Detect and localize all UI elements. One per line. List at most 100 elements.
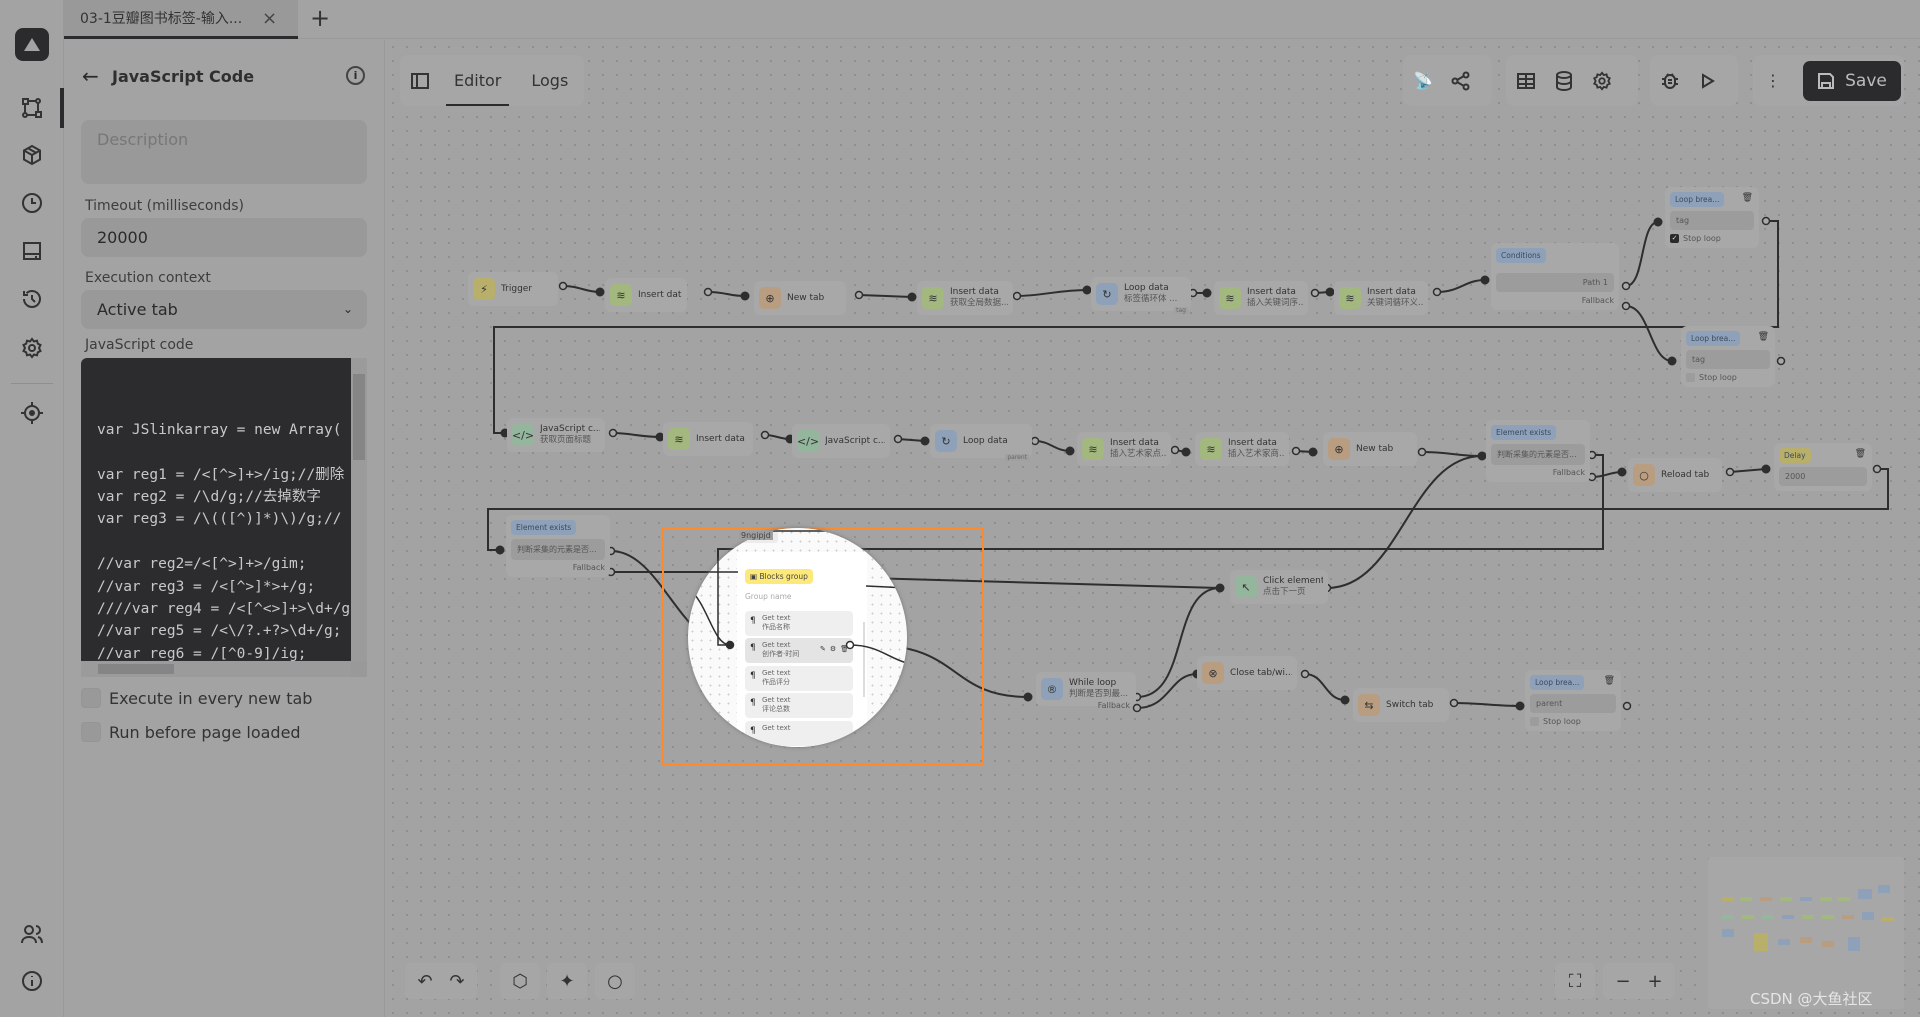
new-tab-button[interactable]: + — [310, 4, 330, 32]
workflow-node-basic[interactable]: ⊕ New tab — [754, 281, 846, 315]
execution-context-select[interactable]: Active tab ⌄ — [81, 290, 367, 329]
workflow-node-basic[interactable]: ⊗ Close tab/wi... — [1197, 656, 1297, 690]
workflow-node-loopbreak[interactable]: Loop brea... 🗑 parent Stop loop — [1525, 670, 1621, 731]
trash-icon[interactable]: 🗑 — [1758, 332, 1769, 342]
icon-rail — [0, 0, 64, 1017]
fullscreen-icon[interactable]: ⛶ — [1561, 966, 1589, 996]
broadcast-icon[interactable]: 📡 — [1411, 55, 1435, 106]
loop-id-input[interactable]: parent — [1530, 694, 1616, 713]
node-description: 点击下一页 — [1263, 587, 1306, 597]
trash-icon[interactable]: 🗑 — [1604, 676, 1615, 686]
workflow-node-basic[interactable]: ® While loop 判断是否到最... Fallback — [1036, 672, 1136, 710]
save-button[interactable]: Save — [1803, 61, 1901, 101]
workflow-node-basic[interactable]: ≋ Insert data — [663, 422, 753, 456]
zoom-in-icon[interactable]: + — [1641, 966, 1669, 996]
storage-icon[interactable] — [20, 239, 44, 263]
description-input[interactable]: Description — [81, 120, 367, 184]
debug-icon[interactable] — [1658, 55, 1682, 106]
package-icon[interactable] — [20, 143, 44, 167]
workflow-node-basic[interactable]: ⚡ Trigger — [468, 272, 558, 306]
workflow-node-delay[interactable]: Delay 2000 🗑 — [1774, 443, 1872, 491]
stop-loop-checkbox[interactable] — [1686, 373, 1695, 382]
workflow-node-exists[interactable]: Element exists 判断采集的元素是否... Fallback — [506, 515, 610, 577]
share-icon[interactable] — [1449, 55, 1473, 106]
workflow-node-basic[interactable]: ≋ Insert data 插入艺术家点... — [1077, 432, 1171, 466]
workflow-node-loopbreak[interactable]: Loop brea... 🗑 tag Stop loop — [1681, 326, 1775, 387]
info-icon[interactable]: i — [346, 66, 365, 85]
table-icon[interactable] — [1514, 55, 1538, 106]
stop-loop-checkbox[interactable]: ✓ — [1670, 234, 1679, 243]
workflow-node-basic[interactable]: ≋ Insert data 插入关键词序... — [1214, 281, 1308, 315]
settings-icon[interactable] — [20, 336, 44, 360]
workflow-node-basic[interactable]: ↖ Click element 点击下一页 — [1230, 570, 1328, 604]
node-title: Loop data — [1124, 283, 1169, 293]
workflow-node-basic[interactable]: ↻ Loop data 标签循环体 ... tag — [1091, 277, 1191, 314]
close-tab-icon[interactable]: × — [262, 8, 277, 29]
about-icon[interactable] — [20, 969, 44, 993]
node-text: Insert data 插入艺术家商... — [1228, 438, 1284, 460]
workflow-tab[interactable]: 03-1豆瓣图书标签-输入... × — [64, 0, 298, 39]
trash-icon[interactable]: 🗑 — [1742, 193, 1753, 203]
zoom-out-icon[interactable]: − — [1609, 966, 1637, 996]
selector-description[interactable]: 判断采集的元素是否... — [1491, 444, 1585, 465]
database-icon[interactable] — [1552, 55, 1576, 106]
chevron-down-icon: ⌄ — [342, 302, 353, 316]
workflow-node-basic[interactable]: ≋ Insert data 关键词循环义... — [1334, 281, 1428, 315]
workflow-node-basic[interactable]: ↻ Loop data parent — [930, 424, 1032, 461]
node-text: JavaScript c... 获取页面标题 — [540, 424, 600, 446]
scroll-corner — [351, 661, 367, 677]
run-before-load-checkbox[interactable] — [81, 722, 101, 742]
timeout-input[interactable]: 20000 — [81, 218, 367, 257]
play-icon[interactable] — [1696, 55, 1720, 106]
package-icon[interactable]: ⬡ — [506, 966, 534, 996]
workflow-node-basic[interactable]: ≋ Insert data 获取全局数据... — [917, 281, 1013, 315]
condition-path[interactable]: Path 1 — [1496, 273, 1614, 292]
clock-icon[interactable] — [20, 191, 44, 215]
workflow-node-basic[interactable]: </> JavaScript c... — [792, 424, 890, 458]
code-horizontal-scrollbar[interactable] — [81, 661, 351, 677]
trash-icon[interactable]: 🗑 — [1855, 449, 1866, 459]
block-icon: ↻ — [1096, 283, 1118, 305]
app-logo[interactable] — [15, 28, 49, 61]
delay-value[interactable]: 2000 — [1779, 467, 1867, 486]
auto-align-icon[interactable]: ✦ — [553, 966, 581, 996]
tab-editor[interactable]: Editor — [446, 55, 510, 106]
search-icon[interactable]: ○ — [601, 966, 629, 996]
tab-logs[interactable]: Logs — [523, 55, 576, 106]
workflow-node-basic[interactable]: </> JavaScript c... 获取页面标题 — [507, 418, 605, 452]
code-vertical-scrollbar[interactable] — [351, 358, 367, 661]
undo-icon[interactable]: ↶ — [411, 966, 439, 996]
workflow-node-basic[interactable]: ⇆ Switch tab — [1353, 688, 1449, 722]
settings-icon[interactable] — [1590, 55, 1614, 106]
loop-id-input[interactable]: tag — [1686, 350, 1770, 369]
code-editor[interactable]: var JSlinkarray = new Array( var reg1 = … — [81, 358, 367, 677]
more-vertical-icon[interactable]: ⋮ — [1761, 55, 1785, 106]
workflow-node-conditions[interactable]: Conditions Path 1 Fallback — [1491, 243, 1619, 310]
team-icon[interactable] — [20, 922, 44, 946]
workflow-node-basic[interactable]: ≋ Insert data — [605, 278, 687, 312]
workflow-node-basic[interactable]: ⊕ New tab — [1323, 432, 1417, 466]
node-text: Reload tab — [1661, 470, 1709, 481]
workflow-node-exists[interactable]: Element exists 判断采集的元素是否... Fallback — [1486, 420, 1590, 482]
minimap[interactable] — [1708, 857, 1904, 1009]
stop-loop-checkbox[interactable] — [1530, 717, 1539, 726]
workflow-node-loopbreak[interactable]: Loop brea... 🗑 tag ✓ Stop loop — [1665, 187, 1759, 248]
workflow-node-basic[interactable]: ≋ Insert data 插入艺术家商... — [1195, 432, 1289, 466]
back-arrow-icon[interactable]: ← — [82, 64, 99, 88]
toolbar-group-data — [1506, 55, 1638, 106]
block-icon: </> — [797, 430, 819, 452]
redo-icon[interactable]: ↷ — [443, 966, 471, 996]
loop-id-input[interactable]: tag — [1670, 211, 1754, 230]
node-text: JavaScript c... — [825, 436, 885, 447]
toggle-sidebar-icon[interactable] — [408, 55, 432, 106]
crosshair-icon[interactable] — [20, 401, 44, 425]
workflow-node-basic[interactable]: ○ Reload tab — [1628, 458, 1722, 492]
execute-every-tab-checkbox[interactable] — [81, 688, 101, 708]
selector-description[interactable]: 判断采集的元素是否... — [511, 539, 605, 560]
block-icon: ≋ — [1219, 287, 1241, 309]
code-content[interactable]: var JSlinkarray = new Array( var reg1 = … — [97, 374, 350, 665]
history-icon[interactable] — [20, 287, 44, 311]
workflow-icon[interactable] — [20, 96, 44, 120]
node-badge: Loop brea... — [1530, 675, 1585, 690]
node-title: Loop data — [963, 435, 1008, 446]
